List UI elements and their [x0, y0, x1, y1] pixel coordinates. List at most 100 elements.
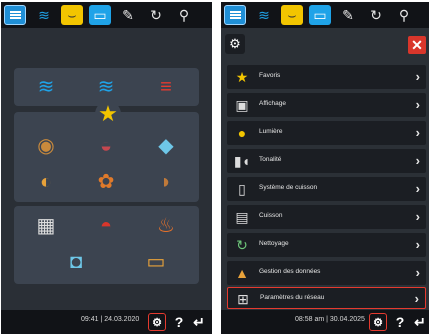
- favorites-button[interactable]: ★: [95, 101, 121, 127]
- menu-item-label: Cuisson: [259, 212, 283, 219]
- timestamp: 08:58 am | 30.04.2025: [295, 316, 365, 323]
- steam-mode-tile[interactable]: ≋: [18, 69, 74, 105]
- chevron-right-icon: ›: [415, 181, 420, 196]
- egg-dishes-tile[interactable]: ◐: [18, 164, 74, 200]
- steam-icon: ≋: [38, 7, 50, 23]
- speaker-icon: ▮◖: [233, 153, 251, 169]
- poultry-tile[interactable]: ◉: [18, 128, 74, 164]
- dry-heat-mode-tile[interactable]: ≡: [138, 69, 194, 105]
- cleaning-button[interactable]: ↻: [145, 5, 167, 25]
- menu-item-label: Tonalité: [259, 156, 282, 163]
- chevron-right-icon: ›: [415, 69, 420, 84]
- pot-tile[interactable]: ◘: [48, 244, 104, 280]
- edit-icon: ✎: [122, 7, 134, 23]
- gear-icon: ⚙: [229, 36, 241, 51]
- menu-item-label: Favoris: [259, 72, 281, 79]
- settings-button[interactable]: ⚙: [148, 313, 166, 331]
- help-button[interactable]: ?: [170, 313, 188, 331]
- pot-icon: ◘: [69, 251, 83, 273]
- cleaning-button[interactable]: ↻: [365, 5, 387, 25]
- chevron-right-icon: ›: [415, 209, 420, 224]
- meat-icon: ◒: [99, 135, 113, 157]
- chevron-right-icon: ›: [415, 125, 420, 140]
- tray-tile[interactable]: ▭: [128, 244, 184, 280]
- program-icon: ▭: [93, 7, 107, 23]
- menu-item-label: Paramètres du réseau: [260, 294, 325, 301]
- cleaning-icon: ↻: [150, 7, 162, 23]
- help-button[interactable]: ?: [391, 313, 409, 331]
- menu-item-label: Système de cuisson: [259, 184, 318, 191]
- cooking-icon: ▤: [235, 209, 249, 225]
- menu-item-cooking[interactable]: ▤ Cuisson ›: [227, 205, 426, 229]
- menu-item-label: Lumière: [259, 128, 283, 135]
- menu-item-cooking-system[interactable]: ▯ Système de cuisson ›: [227, 177, 426, 201]
- top-navigation-bar: ≋ ⌣ ▭ ✎ ↻ ⚲: [221, 2, 429, 28]
- menu-item-data-management[interactable]: ▲ Gestion des données ›: [227, 261, 426, 285]
- grill-icon: ♨: [157, 215, 175, 237]
- bread-icon: ◗: [159, 171, 173, 193]
- steam-icon: ≋: [37, 76, 55, 98]
- top-navigation-bar: ≋ ⌣ ▭ ✎ ↻ ⚲: [1, 2, 212, 28]
- back-button[interactable]: ↵: [411, 313, 429, 331]
- close-icon: ✕: [411, 37, 423, 53]
- edit-button[interactable]: ✎: [117, 5, 139, 25]
- oven-system-icon: ▯: [238, 181, 246, 197]
- menu-item-favorites[interactable]: ★ Favoris ›: [227, 65, 426, 89]
- cleaning-icon: ↻: [236, 237, 248, 253]
- menu-button[interactable]: [4, 5, 26, 25]
- settings-button[interactable]: ⚙: [369, 313, 387, 331]
- combi-mode-tile[interactable]: ≋: [78, 69, 134, 105]
- light-bulb-icon: ●: [237, 125, 247, 141]
- star-icon: ★: [98, 101, 118, 126]
- hamburger-icon: [10, 11, 21, 13]
- menu-item-tone[interactable]: ▮◖ Tonalité ›: [227, 149, 426, 173]
- vegetables-icon: ✿: [97, 171, 115, 193]
- fish-tile[interactable]: ◆: [138, 128, 194, 164]
- bakery-tile[interactable]: ◗: [138, 164, 194, 200]
- fish-icon: ◆: [158, 135, 174, 157]
- menu-item-cleaning[interactable]: ↻ Nettoyage ›: [227, 233, 426, 257]
- pan-tile[interactable]: ◓: [78, 208, 134, 244]
- menu-item-network-settings[interactable]: ⊞ Paramètres du réseau ›: [227, 287, 426, 309]
- chevron-right-icon: ›: [415, 97, 420, 112]
- cleaning-icon: ↻: [370, 7, 382, 23]
- tray-mode-button[interactable]: ⌣: [281, 5, 303, 25]
- steam-icon: ≋: [258, 7, 270, 23]
- finishing-tile[interactable]: ▦: [18, 208, 74, 244]
- chevron-right-icon: ›: [415, 237, 420, 252]
- grill-tile[interactable]: ♨: [138, 208, 194, 244]
- vegetables-tile[interactable]: ✿: [78, 164, 134, 200]
- egg-icon: ◐: [39, 171, 53, 193]
- left-screen: ≋ ⌣ ▭ ✎ ↻ ⚲ ≋ ≋ ≡ ◉ ◒ ◆ ◐ ✿ ◗ ★ ▦ ◓ ♨ ◘ …: [1, 2, 212, 334]
- gear-icon: ⚙: [373, 317, 383, 329]
- edit-button[interactable]: ✎: [337, 5, 359, 25]
- search-icon: ⚲: [398, 7, 410, 23]
- back-button[interactable]: ↵: [190, 313, 208, 331]
- data-management-icon: ▲: [235, 265, 249, 281]
- close-button[interactable]: ✕: [408, 36, 426, 54]
- program-icon: ▭: [313, 7, 327, 23]
- status-bar: 08:58 am | 30.04.2025 ⚙ ? ↵: [221, 310, 429, 334]
- combi-icon: ≋: [97, 76, 115, 98]
- menu-item-label: Gestion des données: [259, 268, 321, 275]
- hamburger-icon: [230, 11, 241, 13]
- chevron-right-icon: ›: [415, 265, 420, 280]
- steam-mode-button[interactable]: ≋: [33, 5, 55, 25]
- display-icon: ▣: [235, 97, 249, 113]
- tray-icon: ▭: [146, 251, 166, 273]
- tray-mode-button[interactable]: ⌣: [61, 5, 83, 25]
- star-icon: ★: [235, 69, 249, 85]
- meat-tile[interactable]: ◒: [78, 128, 134, 164]
- search-button[interactable]: ⚲: [393, 5, 415, 25]
- menu-item-light[interactable]: ● Lumière ›: [227, 121, 426, 145]
- search-button[interactable]: ⚲: [173, 5, 195, 25]
- program-mode-button[interactable]: ▭: [309, 5, 331, 25]
- timestamp: 09:41 | 24.03.2020: [81, 316, 140, 323]
- gear-icon: ⚙: [152, 317, 162, 329]
- program-mode-button[interactable]: ▭: [89, 5, 111, 25]
- menu-button[interactable]: [224, 5, 246, 25]
- menu-item-display[interactable]: ▣ Affichage ›: [227, 93, 426, 117]
- search-icon: ⚲: [178, 7, 190, 23]
- steam-mode-button[interactable]: ≋: [253, 5, 275, 25]
- accessory-panel: ▦ ◓ ♨ ◘ ▭: [14, 206, 199, 284]
